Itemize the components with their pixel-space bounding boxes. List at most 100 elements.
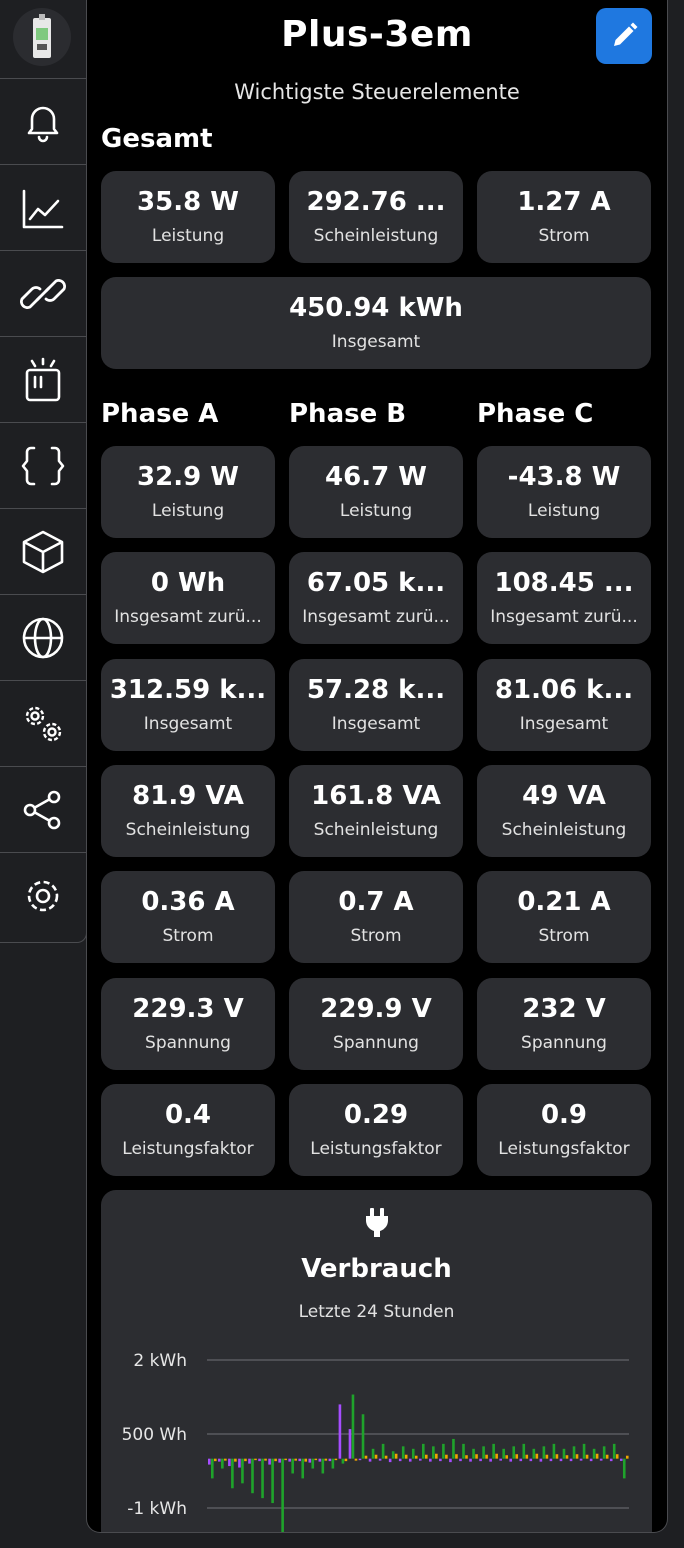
chart-bar-orange: [354, 1458, 358, 1461]
chart-bar-orange: [284, 1458, 287, 1461]
chart-bar-purple: [318, 1458, 322, 1462]
tile-gesamt-insgesamt[interactable]: 450.94 kWh Insgesamt: [101, 277, 651, 369]
tile-value: 0.21 A: [517, 887, 611, 918]
chart-bar-orange: [545, 1454, 549, 1459]
tile-phase-c-3[interactable]: 49 VA Scheinleistung: [477, 764, 651, 857]
y-tick-label: 2 kWh: [133, 1351, 187, 1371]
chart-bar-green: [542, 1446, 546, 1459]
chart-bar-orange: [485, 1454, 488, 1459]
tile-label: Spannung: [145, 1032, 231, 1053]
chart-bar-purple: [208, 1458, 211, 1465]
chart-bar-orange: [364, 1455, 368, 1459]
tile-phase-b-1[interactable]: 67.05 k... Insgesamt zurü...: [289, 552, 463, 645]
chart-bar-purple: [519, 1458, 523, 1462]
chart-bar-purple: [449, 1458, 452, 1463]
consumption-card[interactable]: Verbrauch Letzte 24 Stunden 2 kWh 500 Wh -…: [101, 1190, 652, 1532]
chart-bar-green: [492, 1443, 495, 1459]
chart-bar-orange: [435, 1453, 438, 1459]
tile-phase-b-5[interactable]: 229.9 V Spannung: [289, 977, 463, 1070]
main-panel: Plus-3em Wichtigste Steuerelemente Gesam…: [86, 0, 668, 1533]
tile-value: 49 VA: [522, 780, 606, 811]
chart-bar-purple: [599, 1458, 603, 1461]
sidebar-item-notifications[interactable]: [0, 78, 86, 165]
tile-label: Leistungsfaktor: [498, 1138, 630, 1159]
chart-bar-purple: [539, 1458, 543, 1462]
tile-phase-b-6[interactable]: 0.29 Leistungsfaktor: [289, 1083, 463, 1176]
tile-phase-c-6[interactable]: 0.9 Leistungsfaktor: [477, 1083, 651, 1176]
chart-bar-purple: [439, 1458, 442, 1462]
tile-label: Strom: [538, 226, 590, 246]
page-subtitle: Wichtigste Steuerelemente: [234, 80, 520, 104]
plug-icon: [366, 1208, 388, 1237]
chart-bar-purple: [589, 1458, 593, 1462]
sidebar-item-scripts[interactable]: [0, 422, 86, 509]
tile-phase-c-5[interactable]: 232 V Spannung: [477, 977, 651, 1070]
chart-bar-green: [231, 1458, 234, 1489]
tile-label: Insgesamt: [519, 713, 609, 734]
chart-bar-green: [331, 1458, 335, 1469]
tile-phase-a-6[interactable]: 0.4 Leistungsfaktor: [101, 1083, 275, 1176]
chart-bar-green: [532, 1448, 536, 1459]
page-title: Plus-3em: [281, 14, 473, 55]
tile-phase-c-0[interactable]: -43.8 W Leistung: [477, 446, 651, 538]
tile-label: Leistung: [527, 501, 601, 521]
chart-bar-orange: [384, 1455, 388, 1459]
tile-phase-a-2[interactable]: 312.59 k... Insgesamt: [101, 658, 275, 751]
tile-phase-b-0[interactable]: 46.7 W Leistung: [289, 446, 463, 538]
tile-value: 35.8 W: [137, 187, 239, 217]
chart-bar-green: [321, 1458, 325, 1474]
chart-bar-purple: [429, 1458, 432, 1462]
chart-bar-green: [361, 1414, 365, 1459]
sidebar-item-settings[interactable]: [0, 852, 86, 939]
chart-bar-purple: [398, 1458, 402, 1462]
gear-icon: [27, 880, 59, 912]
sidebar-item-device[interactable]: [0, 336, 86, 423]
device-meter-icon[interactable]: [13, 8, 71, 66]
cogs-icon: [25, 706, 62, 742]
chart-bar-orange: [565, 1455, 569, 1459]
tile-phase-c-4[interactable]: 0.21 A Strom: [477, 871, 651, 964]
tile-phase-a-3[interactable]: 81.9 VA Scheinleistung: [101, 764, 275, 857]
chart-bar-green: [422, 1443, 425, 1459]
tile-gesamt-leistung[interactable]: 35.8 W Leistung: [101, 171, 275, 263]
tile-phase-b-3[interactable]: 161.8 VA Scheinleistung: [289, 764, 463, 857]
chart-bar-green: [472, 1448, 475, 1459]
chart-bar-green: [341, 1458, 345, 1464]
tile-value: 1.27 A: [517, 187, 611, 217]
chart-bar-green: [391, 1451, 395, 1459]
chart-bar-purple: [499, 1458, 502, 1461]
chart-bar-purple: [408, 1458, 412, 1462]
chart-bar-orange: [394, 1453, 398, 1459]
chart-bar-green: [512, 1446, 516, 1459]
sidebar-item-links[interactable]: [0, 250, 86, 337]
chart-line-icon: [22, 189, 64, 229]
chart-bar-green: [281, 1458, 284, 1532]
tile-phase-b-2[interactable]: 57.28 k... Insgesamt: [289, 658, 463, 751]
tile-phase-a-5[interactable]: 229.3 V Spannung: [101, 977, 275, 1070]
chart-bar-orange: [525, 1454, 529, 1459]
tile-phase-b-4[interactable]: 0.7 A Strom: [289, 871, 463, 964]
sidebar-item-components[interactable]: [0, 508, 86, 595]
tile-phase-a-0[interactable]: 32.9 W Leistung: [101, 446, 275, 538]
chart-bar-orange: [465, 1455, 468, 1459]
chart-bar-purple: [549, 1458, 553, 1462]
tile-phase-c-2[interactable]: 81.06 k... Insgesamt: [477, 658, 651, 751]
tile-label: Strom: [350, 926, 402, 947]
sidebar-item-network[interactable]: [0, 594, 86, 681]
tile-phase-a-1[interactable]: 0 Wh Insgesamt zurü...: [101, 552, 275, 645]
tile-value: 108.45 ...: [494, 568, 634, 599]
sidebar-item-charts[interactable]: [0, 164, 86, 251]
tile-gesamt-scheinleistung[interactable]: 292.76 ... Scheinleistung: [289, 171, 463, 263]
tile-phase-a-4[interactable]: 0.36 A Strom: [101, 871, 275, 964]
sidebar-item-share[interactable]: [0, 766, 86, 853]
sidebar-item-advanced-settings[interactable]: [0, 680, 86, 767]
chart-bar-orange: [535, 1453, 539, 1459]
chart-bar-orange: [214, 1458, 217, 1462]
tile-phase-c-1[interactable]: 108.45 ... Insgesamt zurü...: [477, 552, 651, 645]
tile-gesamt-strom[interactable]: 1.27 A Strom: [477, 171, 651, 263]
edit-button[interactable]: [596, 8, 652, 64]
chart-bar-orange: [304, 1458, 308, 1462]
chart-bar-orange: [374, 1454, 378, 1459]
cube-icon: [22, 530, 64, 574]
chart-bar-orange: [555, 1454, 559, 1459]
